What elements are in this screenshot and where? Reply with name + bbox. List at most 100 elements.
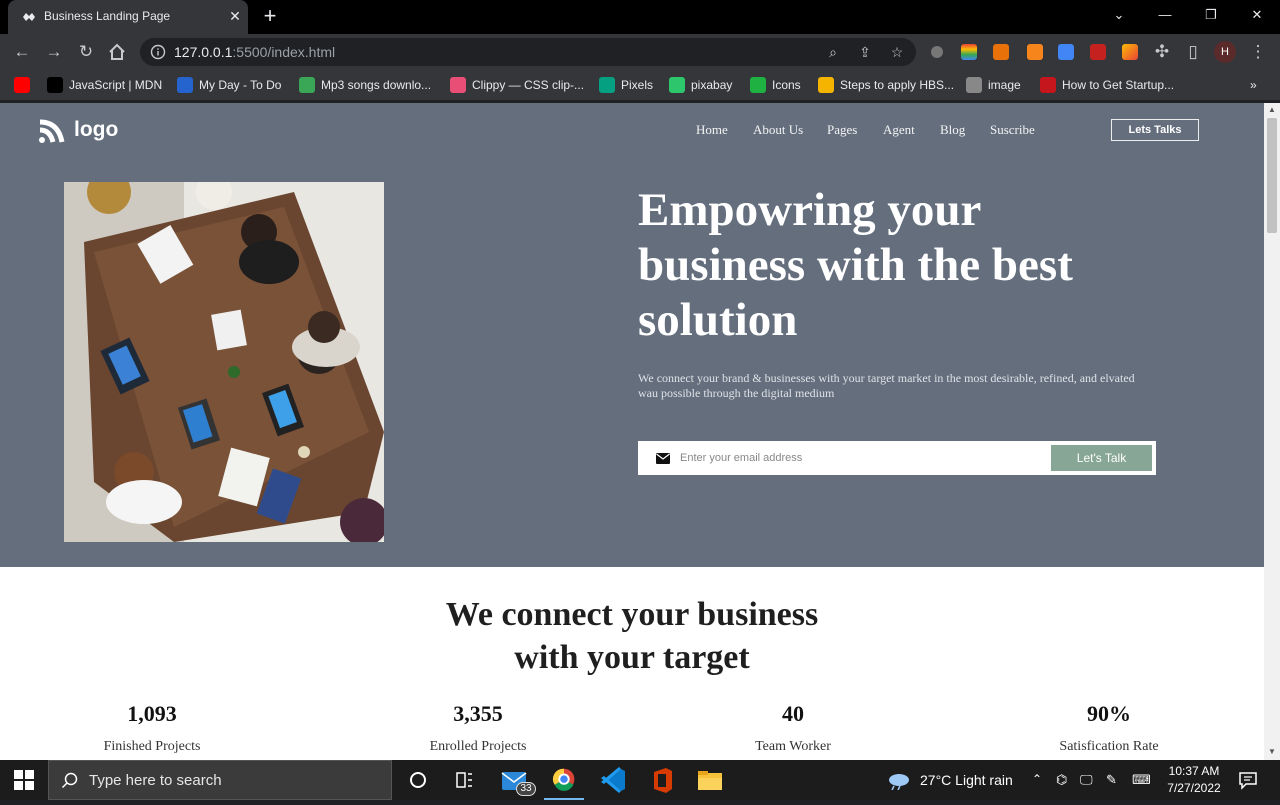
minimize-icon[interactable]: — [1150,4,1180,26]
bookmark-label: JavaScript | MDN [69,78,163,92]
tray-keyboard-icon[interactable]: ⌨ [1132,772,1151,788]
lets-talk-button[interactable]: Let's Talk [1051,445,1152,471]
new-tab-icon[interactable]: + [259,5,281,27]
windows-start-icon[interactable] [14,770,34,790]
forward-icon[interactable]: → [42,40,66,64]
bookmarks-overflow-icon[interactable]: » [1250,76,1257,94]
nav-pages[interactable]: Pages [827,122,857,138]
section-title-line1: We connect your business [445,596,819,633]
mail-app-icon[interactable]: 33 [494,764,536,800]
share-icon[interactable]: ⇪ [856,43,874,61]
stat-finished-projects: 1,093 Finished Projects [52,701,252,755]
tray-meet-icon[interactable]: ⌬ [1056,772,1067,788]
tray-chevron-icon[interactable]: ⌃ [1032,772,1042,786]
clippy-icon [450,77,466,93]
pexels-icon [599,77,615,93]
reload-icon[interactable]: ↻ [74,40,98,64]
profile-avatar[interactable]: H [1214,41,1236,63]
task-view-icon[interactable] [444,764,484,800]
weather-text[interactable]: 27°C Light rain [920,772,1013,788]
site-logo[interactable]: logo [38,116,118,144]
nav-about-us[interactable]: About Us [753,122,803,138]
tab-search-icon[interactable]: ⌄ [1104,4,1134,26]
page-scrollbar[interactable]: ▲ ▼ [1264,103,1280,760]
tab-close-icon[interactable]: ✕ [226,7,244,25]
bookmark-label: Pixels [621,78,654,92]
mdn-icon [47,77,63,93]
tray-pen-icon[interactable]: ✎ [1106,772,1117,788]
notifications-icon[interactable] [1238,770,1258,790]
section-title: We connect your business with your targe… [0,593,1264,679]
bookmark-star-icon[interactable]: ☆ [888,43,906,61]
bookmark-item[interactable]: pixabay [669,76,732,94]
extension-red-icon[interactable] [1090,44,1106,60]
stat-enrolled-projects: 3,355 Enrolled Projects [378,701,578,755]
extension-translate-icon[interactable] [1058,44,1074,60]
scroll-thumb[interactable] [1267,118,1277,233]
nav-subscribe[interactable]: Suscribe [990,122,1035,138]
bookmark-item[interactable] [14,76,30,94]
bookmark-item[interactable]: How to Get Startup... [1040,76,1174,94]
nav-home[interactable]: Home [696,122,728,138]
hero-team-meeting-image [64,182,384,542]
stat-value: 40 [782,701,804,726]
extensions-puzzle-icon[interactable]: ✣ [1150,40,1174,64]
extension-metamask-icon[interactable] [1027,44,1043,60]
bookmark-label: My Day - To Do [199,78,282,92]
stat-label: Satisfication Rate [1059,739,1159,754]
zoom-search-icon[interactable]: ⌕ [824,43,842,61]
close-window-icon[interactable]: ✕ [1242,4,1272,26]
vscode-app-icon[interactable] [594,764,634,800]
cortana-icon[interactable] [398,764,438,800]
site-info-icon[interactable] [150,44,166,60]
bookmark-item[interactable]: image [966,76,1021,94]
nav-agent[interactable]: Agent [883,122,915,138]
bookmark-item[interactable]: Clippy — CSS clip-... [450,76,584,94]
chrome-app-icon[interactable] [544,764,584,800]
back-icon[interactable]: ← [10,40,34,64]
bookmarks-bar: JavaScript | MDN My Day - To Do Mp3 songs … [0,70,1280,100]
scroll-up-icon[interactable]: ▲ [1267,105,1277,115]
bookmark-item[interactable]: Icons [750,76,801,94]
bookmark-label: Clippy — CSS clip-... [472,78,585,92]
page-favicon-icon [23,13,35,21]
restore-icon[interactable]: ❐ [1196,4,1226,26]
pixabay-icon [669,77,685,93]
bookmark-label: Steps to apply HBS... [840,78,955,92]
extension-pen-icon[interactable] [1122,44,1138,60]
tab-business-landing-page[interactable]: Business Landing Page ✕ [8,0,248,34]
address-bar[interactable]: 127.0.0.1:5500/index.html ⌕ ⇪ ☆ [140,38,916,66]
stat-label: Team Worker [755,739,831,754]
bookmark-label: pixabay [691,78,733,92]
taskbar-clock[interactable]: 10:37 AM 7/27/2022 [1162,763,1226,797]
hero-section: logo Home About Us Pages Agent Blog Susc… [0,103,1264,567]
bookmark-item[interactable]: Steps to apply HBS... [818,76,954,94]
bookmark-label: Mp3 songs downlo... [321,78,432,92]
home-icon[interactable] [107,42,127,62]
file-explorer-icon[interactable] [690,764,730,800]
taskbar-search[interactable]: Type here to search [48,760,392,800]
clock-time: 10:37 AM [1168,764,1220,778]
extension-mic-icon[interactable] [931,46,943,58]
stat-label: Finished Projects [103,739,201,754]
tray-network-icon[interactable]: 🖵 [1080,772,1093,788]
weather-cloud-icon[interactable] [886,770,912,790]
hbs-icon [818,77,834,93]
bookmark-item[interactable]: JavaScript | MDN [47,76,162,94]
lets-talks-button[interactable]: Lets Talks [1111,119,1199,141]
extension-colors-icon[interactable] [961,44,977,60]
bookmark-item[interactable]: Pixels [599,76,653,94]
bookmark-item[interactable]: My Day - To Do [177,76,281,94]
music-icon [299,77,315,93]
email-input[interactable] [680,447,1040,469]
menu-kebab-icon[interactable]: ⋮ [1246,40,1270,64]
extension-off-icon[interactable] [993,44,1009,60]
scroll-down-icon[interactable]: ▼ [1267,747,1277,757]
office-app-icon[interactable] [642,764,682,800]
bookmark-item[interactable]: Mp3 songs downlo... [299,76,431,94]
windows-taskbar: Type here to search 33 27°C Light rain ⌃… [0,760,1280,800]
tab-title: Business Landing Page [44,9,171,23]
side-panel-icon[interactable]: ▯ [1181,40,1205,64]
stat-satisfaction-rate: 90% Satisfication Rate [1009,701,1209,755]
nav-blog[interactable]: Blog [940,122,965,138]
